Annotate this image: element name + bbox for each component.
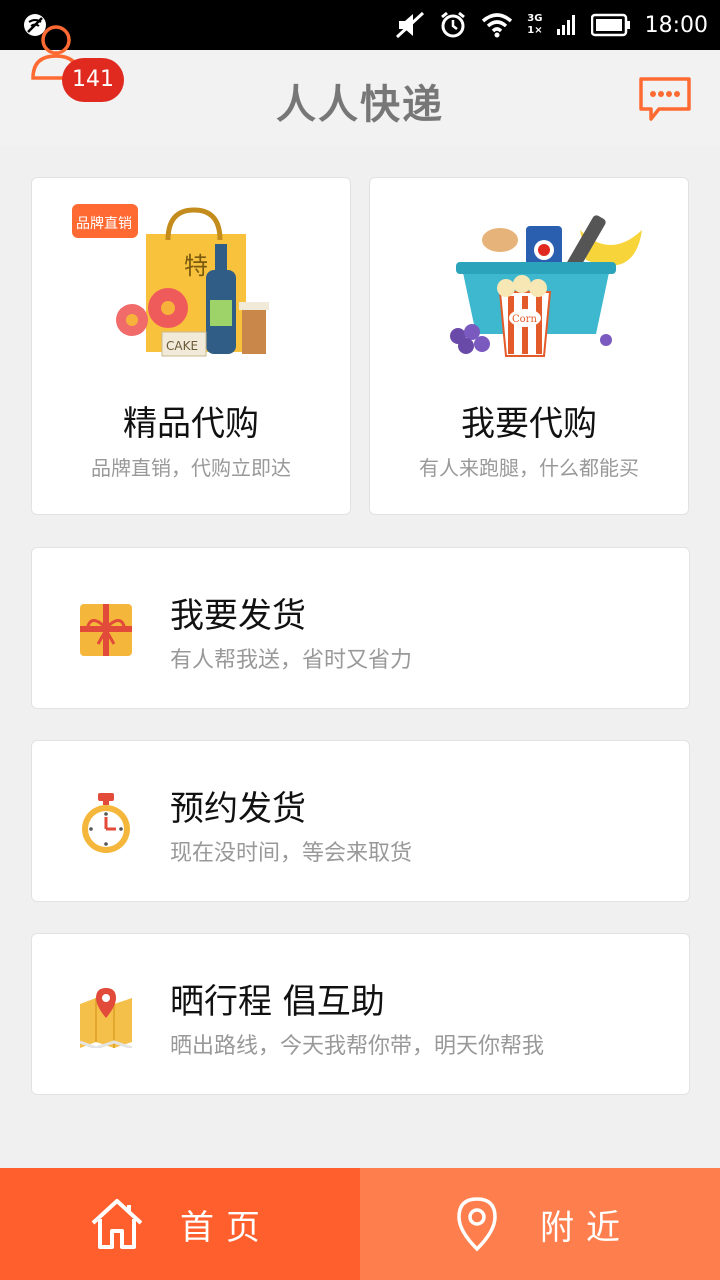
bottom-navigation: 首页 附近 [0, 1168, 720, 1280]
share-route-card[interactable]: 晒行程 倡互助 晒出路线，今天我帮你带，明天你帮我 [31, 933, 690, 1095]
battery-icon [590, 13, 630, 37]
stopwatch-icon [82, 793, 130, 853]
map-pin-icon [79, 988, 133, 1048]
brand-direct-tag: 品牌直销 [76, 215, 132, 232]
schedule-delivery-card[interactable]: 预约发货 现在没时间，等会来取货 [31, 740, 690, 902]
network-sim: 1× [527, 25, 543, 36]
cake-box-label: CAKE [166, 339, 198, 353]
mute-icon [396, 11, 425, 39]
network-indicator: 3G 1× [527, 13, 542, 37]
wifi-icon [482, 13, 513, 38]
signal-icon [556, 15, 575, 35]
status-bar: 3G 1× 18:00 [0, 0, 720, 50]
send-goods-subtitle: 有人帮我送，省时又省力 [170, 648, 413, 673]
tab-home-label: 首页 [180, 1207, 272, 1248]
bag-label: 特 [184, 252, 208, 280]
clock: 18:00 [644, 12, 708, 38]
premium-purchase-subtitle: 品牌直销，代购立即达 [91, 456, 291, 480]
app-logo-title: 人人快递 [276, 82, 444, 128]
gift-bag-illustration: 特 品牌直销 CAKE [72, 204, 269, 357]
share-route-subtitle: 晒出路线，今天我帮你带，明天你帮我 [170, 1034, 545, 1059]
chat-message-icon[interactable] [638, 76, 692, 122]
send-goods-card[interactable]: 我要发货 有人帮我送，省时又省力 [31, 547, 690, 709]
gift-box-icon [80, 604, 132, 656]
i-want-purchase-subtitle: 有人来跑腿，什么都能买 [419, 456, 639, 480]
i-want-purchase-card[interactable]: Corn 我要代购 有人来跑腿，什么都能买 [369, 177, 689, 515]
location-pin-icon [457, 1197, 497, 1252]
tab-home[interactable]: 首页 [0, 1168, 360, 1280]
tab-nearby-label: 附近 [540, 1207, 632, 1248]
message-count-badge: 141 [62, 58, 124, 102]
premium-purchase-title: 精品代购 [123, 404, 259, 444]
schedule-delivery-subtitle: 现在没时间，等会来取货 [170, 841, 413, 866]
send-goods-title: 我要发货 [170, 596, 306, 636]
schedule-delivery-title: 预约发货 [170, 789, 306, 829]
i-want-purchase-title: 我要代购 [461, 404, 597, 444]
home-icon [91, 1199, 143, 1249]
premium-purchase-card[interactable]: 特 品牌直销 CAKE 精品代购 品牌直销，代购立即达 [31, 177, 351, 515]
network-type: 3G [527, 13, 543, 24]
tab-nearby[interactable]: 附近 [360, 1168, 720, 1280]
popcorn-label: Corn [512, 314, 537, 325]
alarm-icon [441, 11, 466, 38]
share-route-title: 晒行程 倡互助 [170, 982, 385, 1022]
shopping-basket-illustration: Corn [450, 215, 642, 357]
